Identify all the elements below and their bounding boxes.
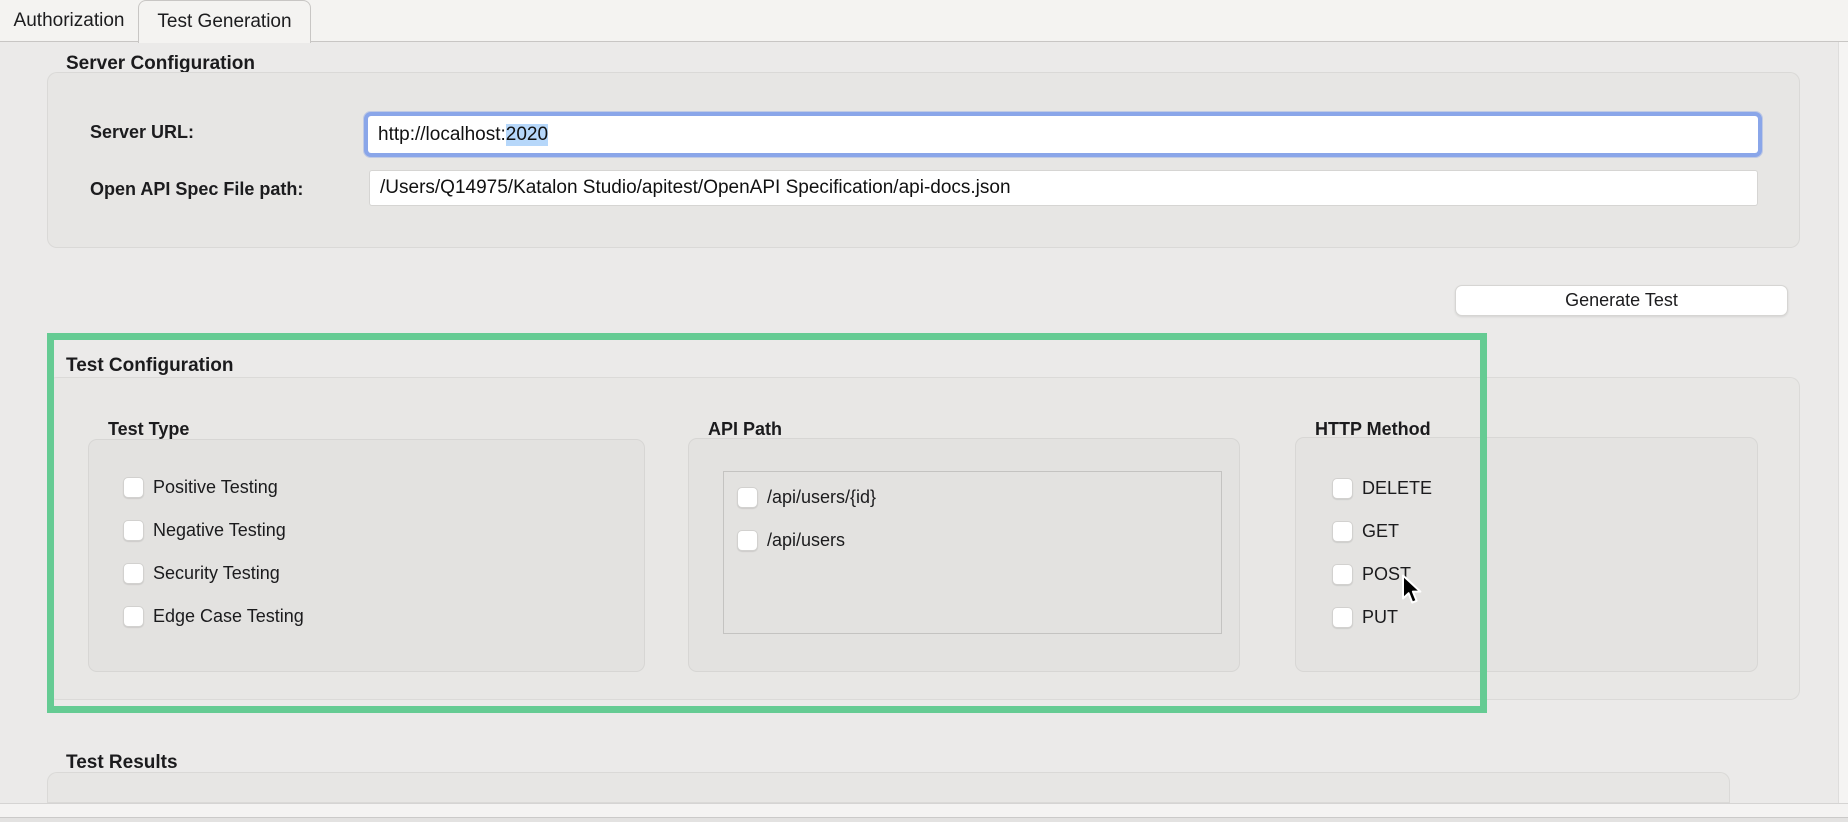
check-row: POST: [1332, 563, 1411, 585]
api-users-checkbox[interactable]: [737, 529, 758, 551]
checkbox-label: Positive Testing: [153, 476, 278, 497]
check-row: GET: [1332, 520, 1399, 542]
mouse-cursor-icon: [1402, 574, 1422, 604]
generate-test-button[interactable]: Generate Test: [1455, 285, 1788, 316]
http-method-panel: [1295, 437, 1758, 672]
checkbox-label: Security Testing: [153, 562, 280, 583]
check-row: /api/users: [737, 529, 845, 551]
checkbox-label: PUT: [1362, 606, 1398, 627]
bottom-bar: [0, 803, 1848, 817]
api-path-title: API Path: [708, 419, 783, 439]
post-method-checkbox[interactable]: [1332, 563, 1353, 585]
positive-testing-checkbox[interactable]: [123, 476, 144, 498]
spec-path-label: Open API Spec File path:: [90, 179, 304, 199]
checkbox-label: GET: [1362, 520, 1400, 541]
test-results-panel: [47, 772, 1730, 803]
get-method-checkbox[interactable]: [1332, 520, 1353, 542]
edge-case-testing-checkbox[interactable]: [123, 605, 144, 627]
tab-test-generation[interactable]: Test Generation: [138, 0, 311, 43]
server-url-value: http://localhost:: [378, 123, 506, 145]
test-type-title: Test Type: [108, 419, 190, 439]
spec-path-input[interactable]: /Users/Q14975/Katalon Studio/apitest/Ope…: [370, 171, 1757, 205]
checkbox-label: Negative Testing: [153, 519, 286, 540]
check-row: Security Testing: [123, 562, 280, 584]
check-row: DELETE: [1332, 477, 1432, 499]
api-users-id-checkbox[interactable]: [737, 486, 758, 508]
check-row: Positive Testing: [123, 476, 278, 498]
app-window: Authorization Test Generation Server Con…: [0, 0, 1848, 822]
delete-method-checkbox[interactable]: [1332, 477, 1353, 499]
test-results-title: Test Results: [66, 752, 178, 773]
window-bottom-edge: [0, 817, 1848, 822]
checkbox-label: /api/users/{id}: [767, 486, 877, 507]
test-configuration-title: Test Configuration: [66, 355, 234, 376]
spec-path-value: /Users/Q14975/Katalon Studio/apitest/Ope…: [380, 177, 1011, 198]
server-url-input[interactable]: http://localhost: 2020: [368, 116, 1758, 153]
test-type-panel: [88, 439, 645, 672]
server-configuration-panel: [47, 72, 1800, 248]
checkbox-label: DELETE: [1362, 477, 1433, 498]
put-method-checkbox[interactable]: [1332, 606, 1353, 628]
negative-testing-checkbox[interactable]: [123, 519, 144, 541]
check-row: /api/users/{id}: [737, 486, 876, 508]
scrollbar-track[interactable]: [1838, 42, 1848, 803]
tab-bar: Authorization Test Generation: [0, 0, 1848, 43]
check-row: Edge Case Testing: [123, 605, 304, 627]
server-url-selected-text: 2020: [505, 123, 549, 146]
server-url-label: Server URL:: [90, 122, 195, 142]
security-testing-checkbox[interactable]: [123, 562, 144, 584]
checkbox-label: Edge Case Testing: [153, 605, 304, 626]
tab-authorization[interactable]: Authorization: [0, 0, 138, 42]
checkbox-label: /api/users: [767, 529, 846, 550]
check-row: Negative Testing: [123, 519, 286, 541]
check-row: PUT: [1332, 606, 1398, 628]
